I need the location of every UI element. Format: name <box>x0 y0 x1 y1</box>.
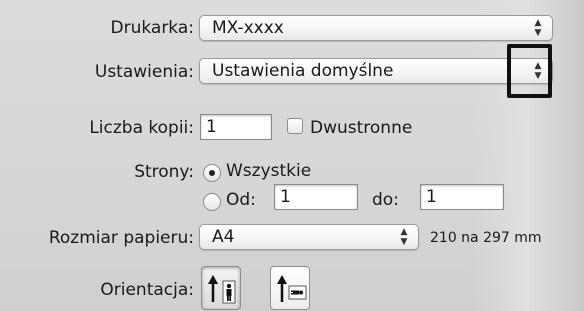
highlight-box <box>507 44 552 98</box>
printer-label: Drukarka: <box>110 18 195 38</box>
copies-value: 1 <box>206 117 217 137</box>
portrait-orientation-button[interactable] <box>201 266 241 310</box>
printer-value: MX-xxxx <box>212 18 284 38</box>
pages-all-radio[interactable] <box>203 164 221 182</box>
landscape-orientation-button[interactable] <box>270 266 310 310</box>
popup-arrows-icon: ▲ ▼ <box>534 18 542 38</box>
duplex-label: Dwustronne <box>310 118 413 138</box>
pages-range-radio[interactable] <box>203 193 221 211</box>
pages-from-input[interactable]: 1 <box>274 184 358 210</box>
presets-popup[interactable]: Ustawienia domyślne ▲ ▼ <box>199 58 553 84</box>
paper-popup[interactable]: A4 ▲ ▼ <box>199 224 419 250</box>
paper-value: A4 <box>212 227 235 247</box>
presets-value: Ustawienia domyślne <box>212 61 394 81</box>
orientation-label: Orientacja: <box>100 280 194 300</box>
pages-to-value: 1 <box>426 187 437 207</box>
pages-all-label: Wszystkie <box>226 161 312 181</box>
printer-popup[interactable]: MX-xxxx ▲ ▼ <box>199 15 553 41</box>
copies-label: Liczba kopii: <box>89 118 194 138</box>
copies-input[interactable]: 1 <box>200 114 272 140</box>
pages-to-input[interactable]: 1 <box>420 184 504 210</box>
pages-from-value: 1 <box>280 187 291 207</box>
landscape-orientation-icon <box>277 275 307 302</box>
paper-label: Rozmiar papieru: <box>48 228 194 248</box>
pages-from-label: Od: <box>226 190 256 210</box>
duplex-checkbox[interactable] <box>287 118 303 134</box>
portrait-orientation-icon <box>208 275 236 304</box>
popup-arrows-icon: ▲ ▼ <box>400 227 408 247</box>
pages-to-label: do: <box>372 190 399 210</box>
paper-dimensions: 210 na 297 mm <box>430 230 542 246</box>
pages-label: Strony: <box>134 162 194 182</box>
presets-label: Ustawienia: <box>94 62 194 82</box>
